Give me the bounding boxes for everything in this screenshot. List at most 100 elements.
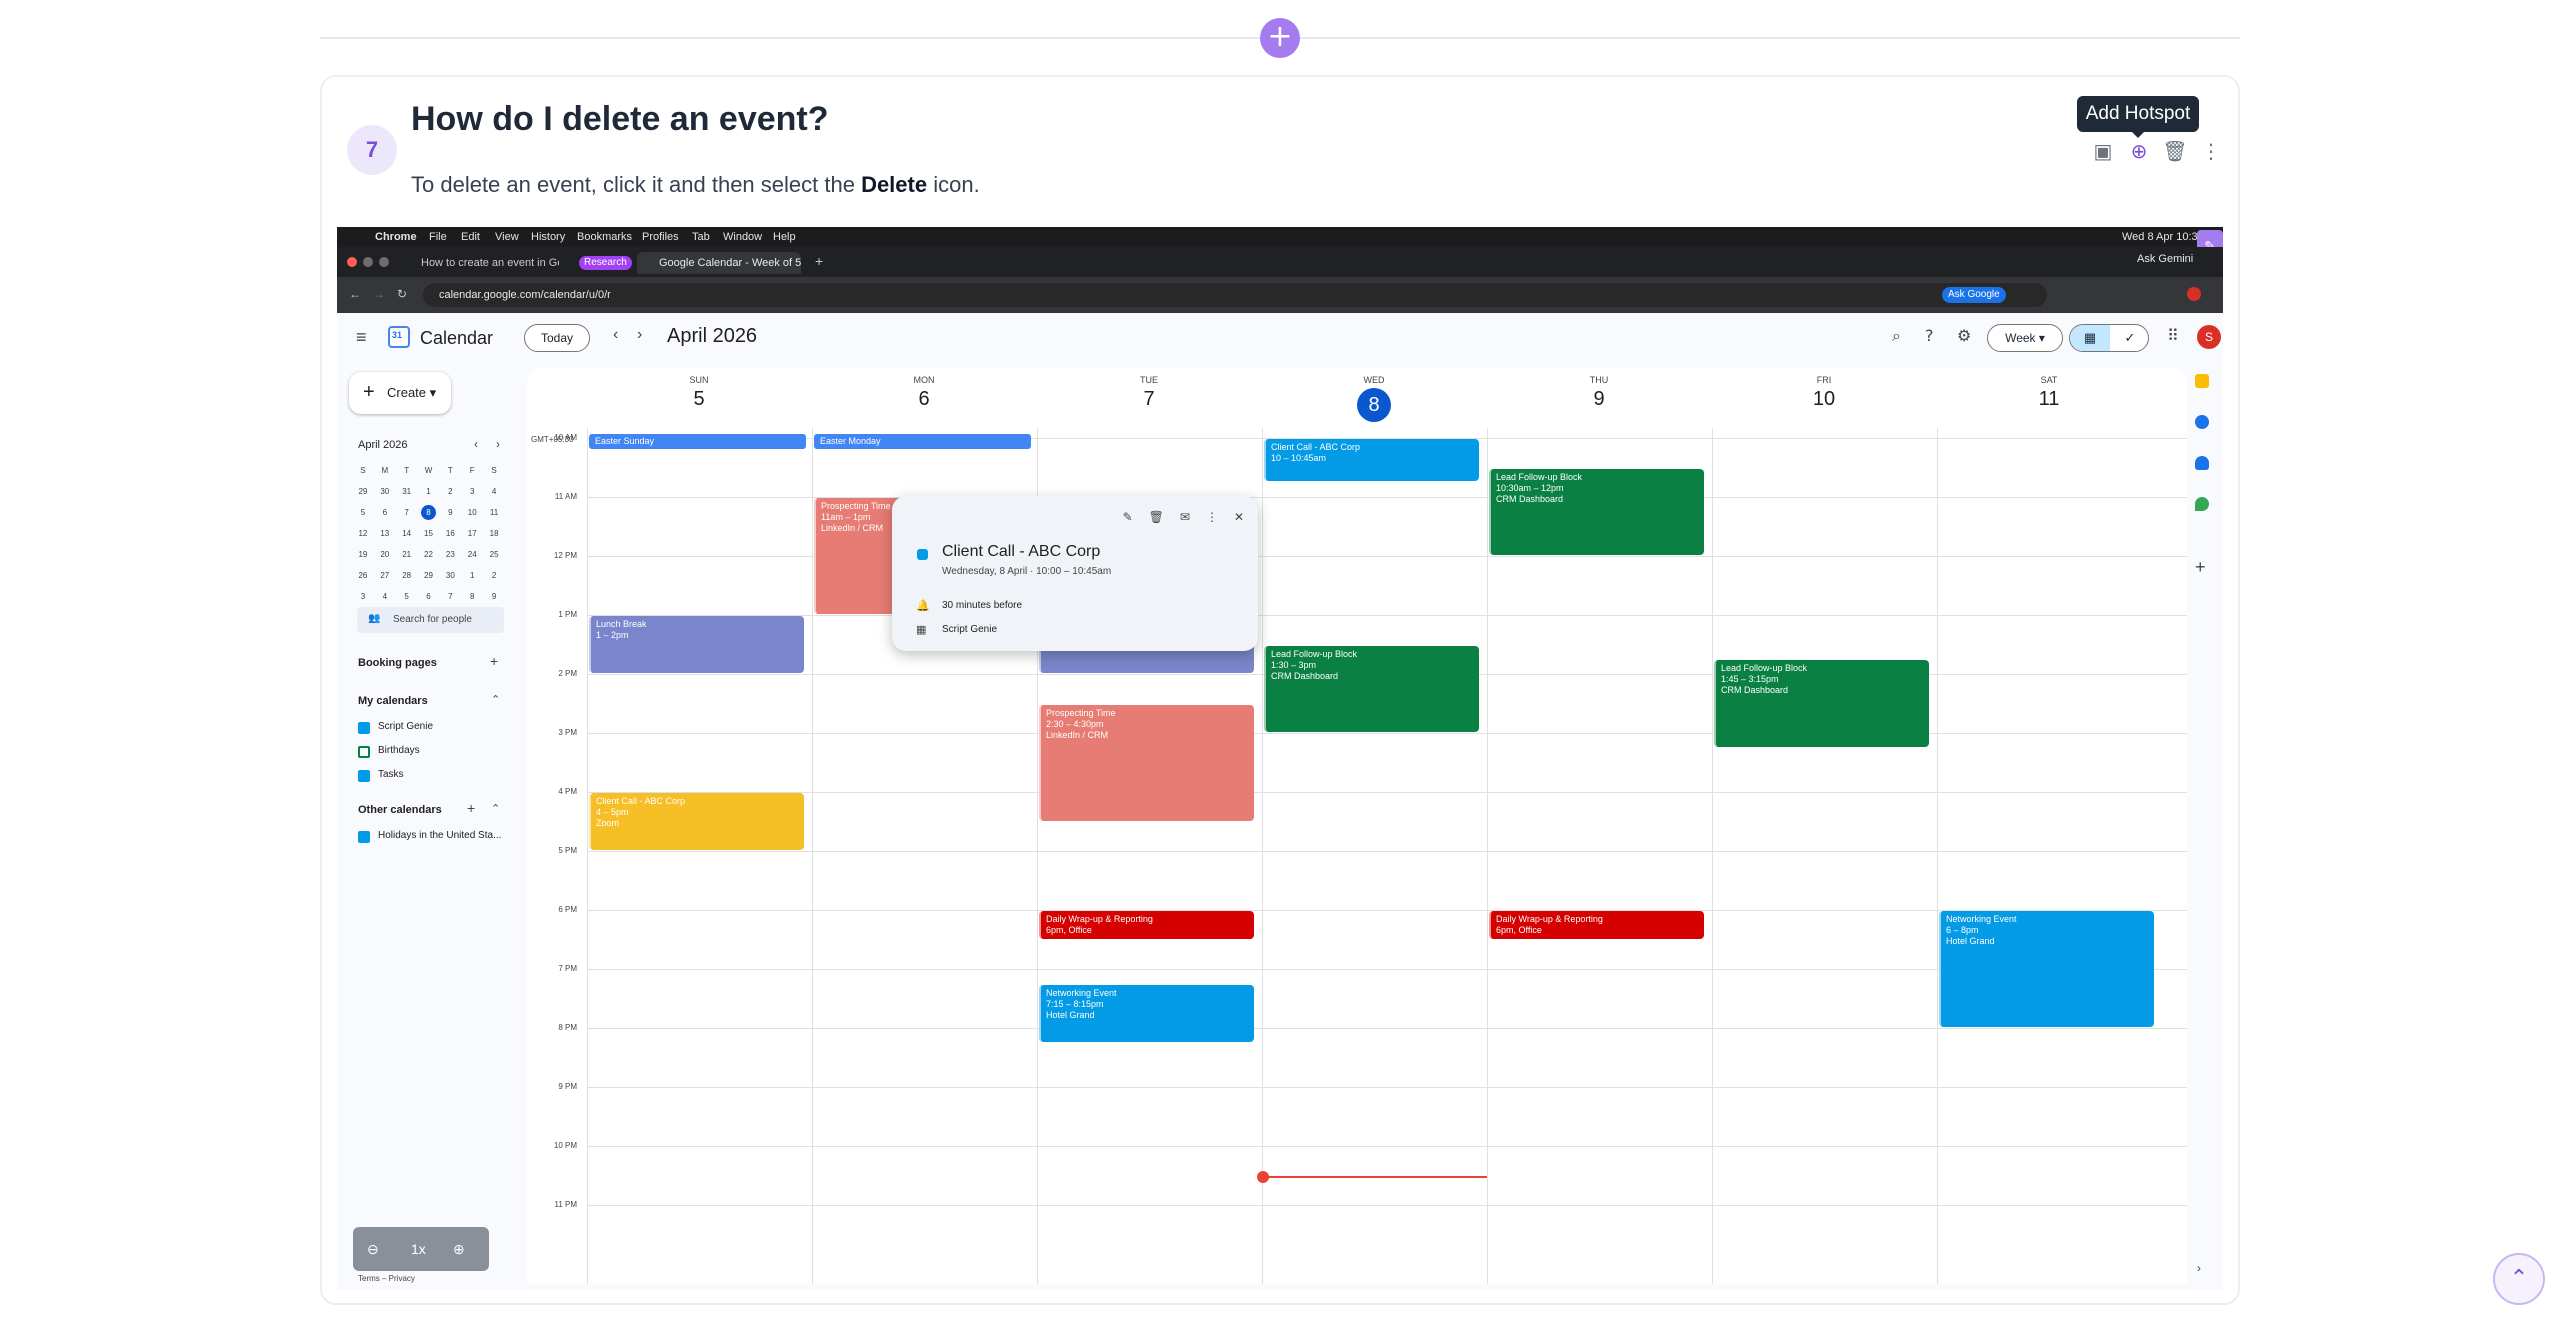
step-description[interactable]: To delete an event, click it and then se… — [411, 172, 980, 198]
keep-icon[interactable] — [2195, 374, 2209, 388]
calendar-event[interactable]: Networking Event 6 – 8pm Hotel Grand — [1939, 911, 2154, 1027]
mini-day[interactable]: 23 — [439, 544, 461, 565]
maps-icon[interactable] — [2195, 497, 2209, 511]
tasks-view-icon[interactable]: ✓ — [2110, 325, 2148, 351]
calendar-event[interactable]: Client Call - ABC Corp 4 – 5pm Zoom — [589, 793, 804, 850]
mini-day[interactable]: 5 — [352, 502, 374, 523]
menu-edit[interactable]: Edit — [461, 227, 480, 247]
mini-day[interactable]: 30 — [374, 481, 396, 502]
tasks-icon[interactable] — [2195, 415, 2209, 429]
reload-icon[interactable]: ↻ — [397, 287, 407, 301]
calendar-task-toggle[interactable]: ▦ ✓ — [2069, 324, 2149, 352]
day-header-tue[interactable]: TUE 7 — [1037, 375, 1261, 411]
help-icon[interactable]: ? — [1925, 326, 1934, 345]
forward-arrow-icon[interactable]: → — [373, 287, 385, 301]
minimize-window-icon[interactable] — [363, 257, 373, 267]
ask-gemini-button[interactable]: Ask Gemini — [2137, 253, 2193, 265]
calendar-event[interactable]: Prospecting Time 2:30 – 4:30pm LinkedIn / … — [1039, 704, 1254, 821]
view-select[interactable]: Week ▾ — [1987, 324, 2063, 352]
day-number[interactable]: 9 — [1487, 388, 1711, 411]
mini-day[interactable]: 20 — [374, 544, 396, 565]
holidays-checkbox[interactable] — [358, 831, 370, 843]
my-calendars-heading[interactable]: My calendars — [358, 695, 428, 707]
mini-day[interactable]: 15 — [418, 523, 440, 544]
calendar-event[interactable]: Client Call - ABC Corp 10 – 10:45am — [1264, 439, 1479, 482]
mini-day[interactable]: 2 — [483, 565, 505, 586]
profile-avatar-icon[interactable] — [2187, 287, 2201, 301]
mini-day[interactable]: 3 — [352, 586, 374, 607]
day-header-sun[interactable]: SUN 5 — [587, 375, 811, 411]
mini-day[interactable]: 29 — [418, 565, 440, 586]
mini-day[interactable]: 10 — [461, 502, 483, 523]
address-bar[interactable]: calendar.google.com/calendar/u/0/r — [423, 283, 2047, 307]
mini-day[interactable]: 1 — [418, 481, 440, 502]
mini-day[interactable]: 29 — [352, 481, 374, 502]
mini-day[interactable]: 3 — [461, 481, 483, 502]
week-grid[interactable]: GMT+05:30 SUN 5 MON 6 TUE 7 WED 8 THU 9 FRI 10 SAT 11… — [527, 368, 2187, 1284]
day-number[interactable]: 5 — [587, 388, 811, 411]
maximize-window-icon[interactable] — [379, 257, 389, 267]
account-avatar[interactable]: S — [2197, 325, 2221, 349]
mini-day[interactable]: 12 — [352, 523, 374, 544]
day-header-wed[interactable]: WED 8 — [1262, 375, 1486, 422]
new-tab-icon[interactable]: + — [815, 253, 823, 269]
add-calendar-icon[interactable]: + — [467, 800, 475, 816]
mini-day[interactable]: 7 — [396, 502, 418, 523]
calendar-event[interactable]: Lead Follow-up Block 1:30 – 3pm CRM Dashbo… — [1264, 645, 1479, 732]
day-header-sat[interactable]: SAT 11 — [1937, 375, 2161, 411]
mini-day[interactable]: 31 — [396, 481, 418, 502]
ask-google-button[interactable]: Ask Google — [1942, 287, 2006, 303]
calendar-item-tasks[interactable]: Tasks — [378, 769, 404, 780]
research-badge[interactable]: Research — [579, 256, 632, 270]
mini-day[interactable]: 22 — [418, 544, 440, 565]
menu-history[interactable]: History — [531, 227, 565, 247]
back-arrow-icon[interactable]: ← — [349, 287, 361, 301]
terms-privacy-link[interactable]: Terms – Privacy — [358, 1274, 415, 1283]
delete-icon[interactable]: 🗑 — [1149, 510, 1164, 524]
add-booking-icon[interactable]: + — [490, 653, 498, 669]
apps-grid-icon[interactable]: ⠿ — [2167, 326, 2179, 345]
mini-day[interactable]: 4 — [374, 586, 396, 607]
get-addons-icon[interactable]: + — [2195, 557, 2206, 578]
calendar-event[interactable]: Lunch Break1 – 2pm — [589, 616, 804, 673]
day-number[interactable]: 6 — [812, 388, 1036, 411]
calendar-event[interactable]: Lead Follow-up Block 1:45 – 3:15pm CRM Das… — [1714, 660, 1929, 747]
create-button[interactable]: Create ▾ — [349, 371, 451, 414]
gear-icon[interactable]: ⚙ — [1957, 326, 1971, 345]
mini-day[interactable]: 8 — [418, 502, 440, 523]
menu-view[interactable]: View — [495, 227, 519, 247]
booking-pages-heading[interactable]: Booking pages — [358, 657, 437, 669]
mini-day[interactable]: 6 — [374, 502, 396, 523]
mini-day[interactable]: 30 — [439, 565, 461, 586]
menu-app-name[interactable]: Chrome — [375, 227, 417, 247]
mini-day[interactable]: 17 — [461, 523, 483, 544]
contacts-icon[interactable] — [2195, 456, 2209, 470]
hotspot-icon[interactable]: ⊕ — [2126, 138, 2152, 164]
email-icon[interactable]: ✉ — [1180, 510, 1190, 524]
mini-day[interactable]: 9 — [483, 586, 505, 607]
mini-day[interactable]: 1 — [461, 565, 483, 586]
calendar-item-birthdays[interactable]: Birthdays — [378, 745, 420, 756]
prev-week-icon[interactable]: ‹ — [613, 326, 618, 344]
all-day-event[interactable]: Easter Monday — [814, 434, 1031, 449]
birthdays-checkbox[interactable] — [358, 746, 370, 758]
mini-day[interactable]: 25 — [483, 544, 505, 565]
menu-help[interactable]: Help — [773, 227, 796, 247]
more-vertical-icon[interactable]: ⋮ — [2198, 138, 2224, 164]
mini-day[interactable]: 9 — [439, 502, 461, 523]
calendar-event[interactable]: Daily Wrap-up & Reporting 6pm, Office — [1039, 911, 1254, 939]
more-options-icon[interactable]: ⋮ — [1206, 510, 1218, 524]
calendar-view-icon[interactable]: ▦ — [2070, 325, 2110, 351]
calendar-event[interactable]: Networking Event 7:15 – 8:15pm Hotel Grand — [1039, 984, 1254, 1042]
mini-day[interactable]: 13 — [374, 523, 396, 544]
menu-window[interactable]: Window — [723, 227, 762, 247]
all-day-event[interactable]: Easter Sunday — [589, 434, 806, 449]
calendar-event[interactable]: Daily Wrap-up & Reporting 6pm, Office — [1489, 911, 1704, 939]
image-edit-icon[interactable]: ▣ — [2090, 138, 2116, 164]
zoom-out-icon[interactable]: ⊖ — [367, 1227, 379, 1271]
close-window-icon[interactable] — [347, 257, 357, 267]
day-number[interactable]: 8 — [1262, 388, 1486, 422]
search-icon[interactable]: ⌕ — [1892, 326, 1901, 346]
mini-day[interactable]: 7 — [439, 586, 461, 607]
mini-day[interactable]: 27 — [374, 565, 396, 586]
